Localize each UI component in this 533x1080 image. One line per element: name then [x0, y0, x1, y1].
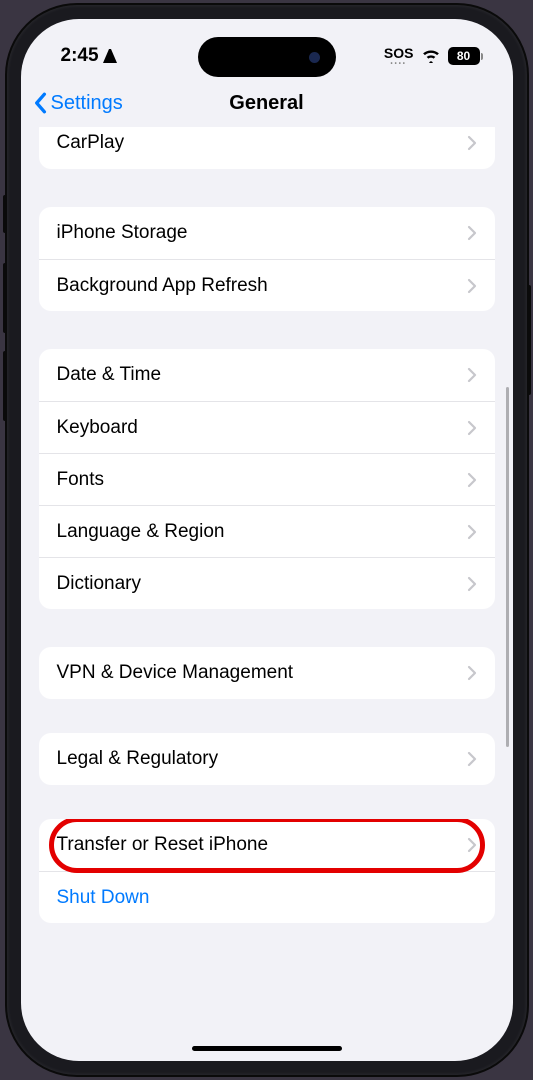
chevron-right-icon: [467, 751, 477, 767]
sos-icon: SOS ••••: [384, 46, 414, 67]
wifi-icon: [422, 49, 440, 63]
row-label: Date & Time: [57, 364, 467, 386]
status-right: SOS •••• 80: [384, 46, 483, 67]
chevron-right-icon: [467, 524, 477, 540]
settings-group-legal: Legal & Regulatory: [39, 733, 495, 785]
power-button[interactable]: [527, 285, 531, 395]
back-label: Settings: [51, 92, 123, 115]
row-fonts[interactable]: Fonts: [39, 453, 495, 505]
chevron-right-icon: [467, 576, 477, 592]
phone-frame: 2:45 SOS •••• 80: [7, 5, 527, 1075]
volume-down-button[interactable]: [3, 351, 7, 421]
settings-group-storage: iPhone Storage Background App Refresh: [39, 207, 495, 311]
chevron-right-icon: [467, 472, 477, 488]
row-legal-regulatory[interactable]: Legal & Regulatory: [39, 733, 495, 785]
row-language-region[interactable]: Language & Region: [39, 505, 495, 557]
chevron-right-icon: [467, 837, 477, 853]
row-date-time[interactable]: Date & Time: [39, 349, 495, 401]
scroll-indicator[interactable]: [506, 387, 509, 747]
settings-group-carplay: CarPlay: [39, 127, 495, 169]
camera-dot: [309, 52, 320, 63]
row-label: Language & Region: [57, 521, 467, 543]
dynamic-island: [198, 37, 336, 77]
status-time: 2:45: [61, 45, 99, 67]
row-iphone-storage[interactable]: iPhone Storage: [39, 207, 495, 259]
screen: 2:45 SOS •••• 80: [21, 19, 513, 1061]
status-left: 2:45: [61, 45, 117, 67]
chevron-right-icon: [467, 278, 477, 294]
chevron-right-icon: [467, 665, 477, 681]
back-button[interactable]: Settings: [33, 92, 123, 115]
volume-up-button[interactable]: [3, 263, 7, 333]
battery-icon: 80: [448, 47, 483, 65]
row-label: Shut Down: [57, 887, 477, 909]
row-label: Legal & Regulatory: [57, 748, 467, 770]
chevron-right-icon: [467, 135, 477, 151]
row-label: CarPlay: [57, 132, 467, 154]
row-label: Dictionary: [57, 573, 467, 595]
row-carplay[interactable]: CarPlay: [39, 127, 495, 169]
row-label: Background App Refresh: [57, 275, 467, 297]
row-label: Fonts: [57, 469, 467, 491]
side-buttons-left: [3, 195, 7, 439]
row-transfer-reset-iphone[interactable]: Transfer or Reset iPhone: [39, 819, 495, 871]
chevron-right-icon: [467, 420, 477, 436]
mute-switch[interactable]: [3, 195, 7, 233]
settings-group-vpn: VPN & Device Management: [39, 647, 495, 699]
settings-group-system: Date & Time Keyboard Fonts Language & Re…: [39, 349, 495, 609]
content[interactable]: CarPlay iPhone Storage Background App Re…: [21, 127, 513, 1061]
location-icon: [103, 49, 117, 63]
chevron-right-icon: [467, 225, 477, 241]
settings-group-reset: Transfer or Reset iPhone Shut Down: [39, 819, 495, 923]
nav-title: General: [229, 92, 303, 115]
row-label: iPhone Storage: [57, 222, 467, 244]
row-label: Keyboard: [57, 417, 467, 439]
chevron-back-icon: [33, 92, 47, 114]
row-dictionary[interactable]: Dictionary: [39, 557, 495, 609]
battery-level: 80: [449, 50, 479, 62]
nav-bar: Settings General: [21, 79, 513, 127]
row-label: VPN & Device Management: [57, 662, 467, 684]
row-keyboard[interactable]: Keyboard: [39, 401, 495, 453]
row-vpn-device-management[interactable]: VPN & Device Management: [39, 647, 495, 699]
row-background-app-refresh[interactable]: Background App Refresh: [39, 259, 495, 311]
chevron-right-icon: [467, 367, 477, 383]
row-label: Transfer or Reset iPhone: [57, 834, 467, 856]
row-shut-down[interactable]: Shut Down: [39, 871, 495, 923]
home-indicator[interactable]: [192, 1046, 342, 1051]
